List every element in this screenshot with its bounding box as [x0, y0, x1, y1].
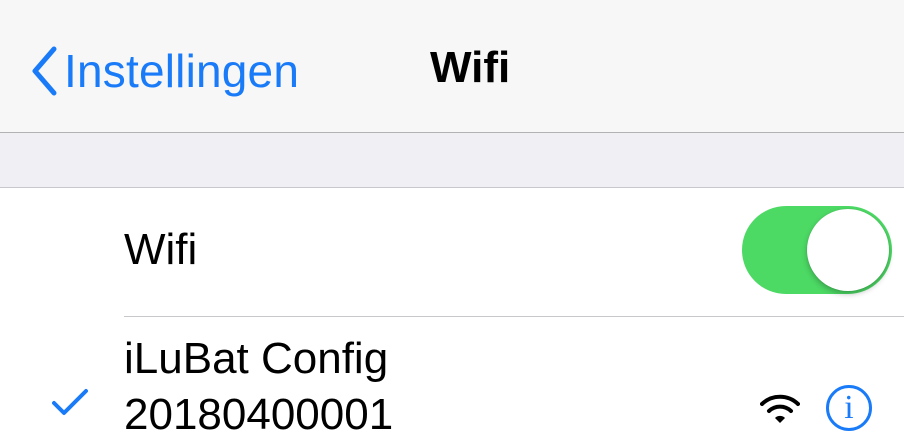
wifi-signal-icon	[760, 394, 800, 423]
section-spacer	[0, 133, 904, 188]
wifi-toggle-row: Wifi	[0, 188, 904, 316]
page-title: Wifi	[430, 43, 511, 92]
info-button[interactable]: i	[826, 385, 872, 431]
back-button[interactable]: Instellingen	[30, 36, 299, 106]
navigation-bar: Instellingen Wifi	[0, 0, 904, 133]
network-name-line1: iLuBat Config	[124, 334, 389, 383]
chevron-left-icon	[32, 46, 57, 96]
wifi-toggle-switch[interactable]	[742, 206, 892, 294]
checkmark-icon	[52, 389, 88, 415]
toggle-knob	[807, 209, 889, 291]
wifi-label: Wifi	[124, 225, 198, 274]
wifi-settings-screen: Instellingen Wifi Wifi iLuBat Config 201…	[0, 0, 904, 437]
network-name-line2: 20180400001	[124, 390, 394, 437]
back-button-label: Instellingen	[64, 45, 300, 97]
network-row[interactable]: iLuBat Config 20180400001 i	[0, 317, 904, 437]
